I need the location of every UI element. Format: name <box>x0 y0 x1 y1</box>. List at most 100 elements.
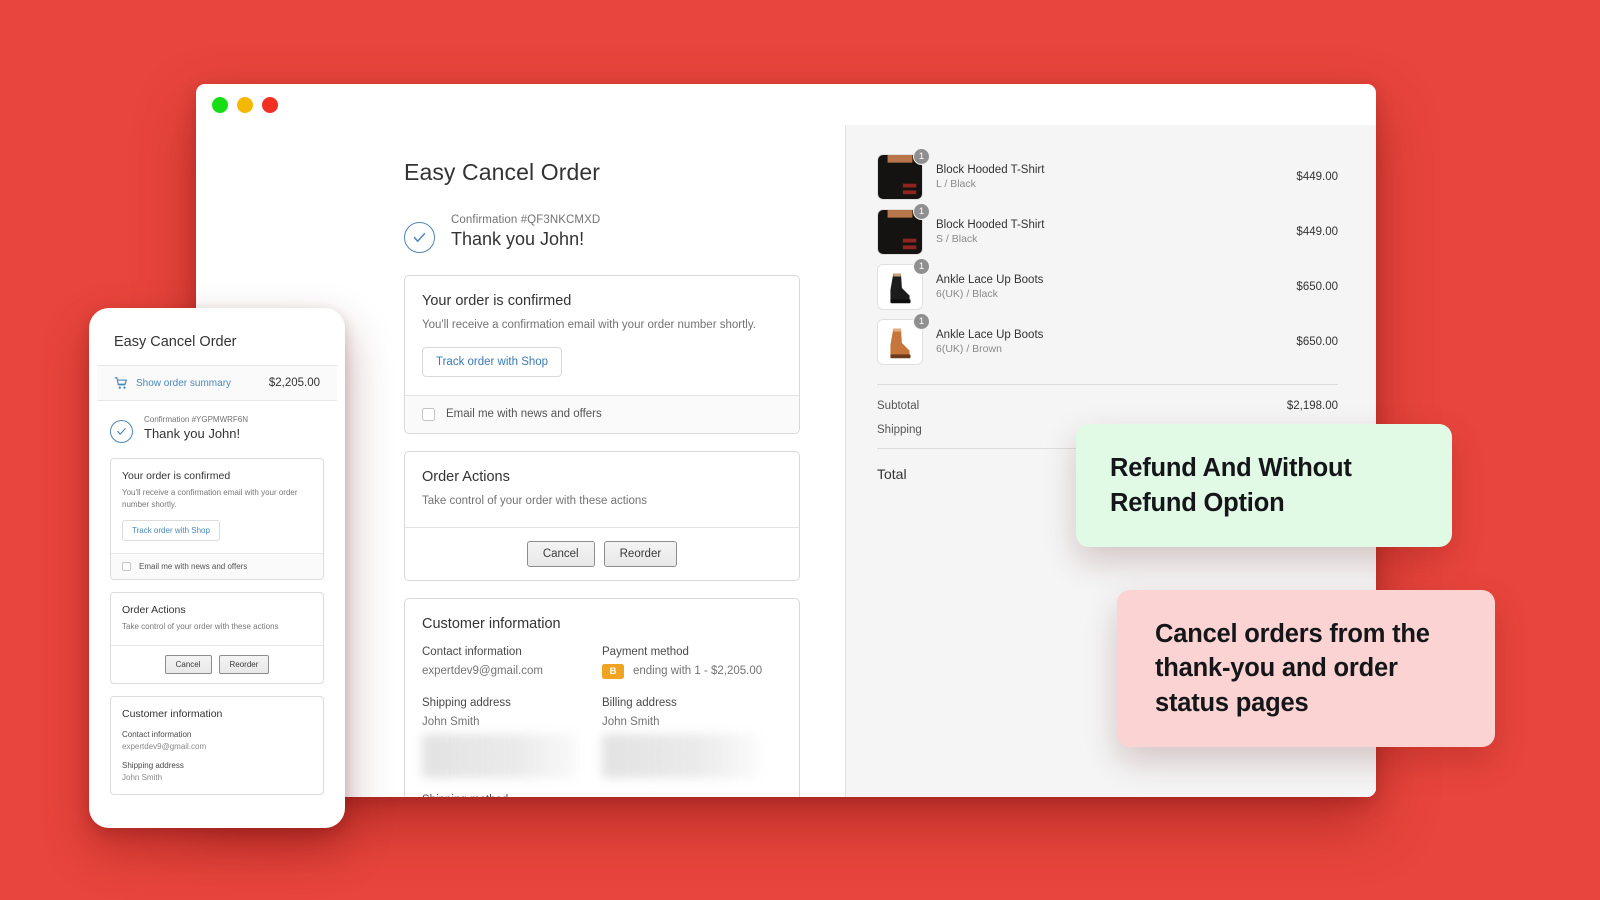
item-name: Ankle Lace Up Boots <box>936 329 1044 341</box>
mobile-order-summary-toggle[interactable]: Show order summary $2,205.00 <box>97 365 337 401</box>
track-order-button[interactable]: Track order with Shop <box>422 346 563 377</box>
order-actions-buttons: Cancel Reorder <box>405 527 799 581</box>
item-name: Block Hooded T-Shirt <box>936 164 1045 176</box>
table-row: 1 Ankle Lace Up Boots 6(UK) / Brown $650… <box>877 313 1338 365</box>
quantity-badge: 1 <box>913 203 930 220</box>
payment-card-badge-icon: B <box>602 664 624 680</box>
newsletter-checkbox[interactable] <box>422 407 435 421</box>
shipping-address-name: John Smith <box>422 715 480 728</box>
mobile-shipping-value: John Smith <box>122 773 163 782</box>
mobile-actions-subtext: Take control of your order with these ac… <box>122 622 279 631</box>
item-price: $650.00 <box>1296 281 1338 293</box>
confirmation-number: Confirmation #QF3NKCMXD <box>451 214 601 226</box>
mobile-header: Easy Cancel Order <box>97 316 337 365</box>
mobile-body: Confirmation #YGPMWRF6N Thank you John! … <box>97 401 337 795</box>
mobile-order-confirmed-card: Your order is confirmed You'll receive a… <box>110 458 324 580</box>
item-variant: L / Black <box>936 178 976 190</box>
mobile-summary-total: $2,205.00 <box>268 377 320 389</box>
cart-icon <box>114 376 128 390</box>
item-price: $650.00 <box>1296 336 1338 348</box>
quantity-badge: 1 <box>913 148 930 165</box>
mobile-customer-information-card: Customer information Contact information… <box>110 696 324 795</box>
thank-you-heading: Thank you John! <box>451 229 585 249</box>
order-confirmed-card: Your order is confirmed You'll receive a… <box>404 275 800 434</box>
mobile-contact-block: Contact information expertdev9@gmail.com <box>122 730 312 751</box>
subtotal-label: Subtotal <box>877 400 920 412</box>
payment-method-block: Payment method B ending with 1 - $2,205.… <box>602 646 782 680</box>
mobile-confirmed-subtext: You'll receive a confirmation email with… <box>122 488 298 509</box>
mobile-order-actions-card: Order Actions Take control of your order… <box>110 592 324 684</box>
order-actions-heading: Order Actions <box>422 468 510 485</box>
order-actions-card: Order Actions Take control of your order… <box>404 450 800 582</box>
subtotal-value: $2,198.00 <box>1286 400 1338 412</box>
subtotal-row: Subtotal $2,198.00 <box>877 400 1338 412</box>
window-close-dot[interactable] <box>262 96 278 113</box>
browser-titlebar <box>196 84 1376 125</box>
shipping-address-redacted <box>422 733 577 778</box>
quantity-badge: 1 <box>913 258 930 275</box>
newsletter-label: Email me with news and offers <box>446 408 602 421</box>
shipping-method-label: Shipping method <box>422 794 782 797</box>
mobile-confirmed-heading: Your order is confirmed <box>122 470 231 482</box>
mobile-customer-heading: Customer information <box>122 708 223 720</box>
shipping-label: Shipping <box>877 424 922 436</box>
shipping-address-block: Shipping address John Smith <box>422 697 602 778</box>
payment-value: ending with 1 - $2,205.00 <box>633 665 763 678</box>
phone-screen: Easy Cancel Order Show order summary $2,… <box>97 316 337 820</box>
total-label: Total <box>877 466 907 482</box>
item-name: Ankle Lace Up Boots <box>936 274 1044 286</box>
customer-information-card: Customer information Contact information… <box>404 598 800 797</box>
mobile-contact-value: expertdev9@gmail.com <box>122 742 207 751</box>
show-order-summary-link[interactable]: Show order summary <box>136 378 261 389</box>
order-actions-subtext: Take control of your order with these ac… <box>422 494 648 507</box>
mobile-shipping-block: Shipping address John Smith <box>122 761 312 782</box>
check-circle-icon <box>404 222 435 253</box>
table-row: 1 Block Hooded T-Shirt S / Black $449.00 <box>877 203 1338 255</box>
newsletter-row[interactable]: Email me with news and offers <box>405 394 799 433</box>
item-variant: 6(UK) / Black <box>936 288 998 300</box>
mobile-newsletter-label: Email me with news and offers <box>139 562 248 571</box>
item-price: $449.00 <box>1296 226 1338 238</box>
cancel-order-button[interactable]: Cancel <box>526 541 595 568</box>
order-confirmed-subtext: You'll receive a confirmation email with… <box>422 319 756 331</box>
callout-refund-option: Refund And Without Refund Option <box>1076 424 1452 547</box>
item-variant: 6(UK) / Brown <box>936 343 1002 355</box>
phone-mockup: Easy Cancel Order Show order summary $2,… <box>89 308 345 828</box>
store-title: Easy Cancel Order <box>404 159 600 185</box>
callout-refund-text: Refund And Without Refund Option <box>1110 453 1352 517</box>
mobile-newsletter-row[interactable]: Email me with news and offers <box>111 553 323 579</box>
callout-cancel-text: Cancel orders from the thank-you and ord… <box>1155 619 1430 717</box>
mobile-confirmation-header: Confirmation #YGPMWRF6N Thank you John! <box>110 415 324 443</box>
item-price: $449.00 <box>1296 171 1338 183</box>
mobile-thank-you: Thank you John! <box>144 426 241 441</box>
mobile-contact-label: Contact information <box>122 730 192 739</box>
mobile-reorder-button[interactable]: Reorder <box>218 655 270 674</box>
billing-address-name: John Smith <box>602 715 660 728</box>
mobile-store-title: Easy Cancel Order <box>114 334 237 350</box>
mobile-confirmation-number: Confirmation #YGPMWRF6N <box>144 415 249 424</box>
mobile-newsletter-checkbox[interactable] <box>122 562 131 571</box>
mobile-track-order-button[interactable]: Track order with Shop <box>122 520 220 541</box>
customer-information-heading: Customer information <box>422 616 561 633</box>
mobile-cancel-order-button[interactable]: Cancel <box>164 655 212 674</box>
quantity-badge: 1 <box>913 313 930 330</box>
item-variant: S / Black <box>936 233 978 245</box>
shipping-address-label: Shipping address <box>422 696 511 709</box>
window-minimize-dot[interactable] <box>212 96 228 113</box>
contact-label: Contact information <box>422 646 522 659</box>
billing-address-redacted <box>602 733 757 778</box>
item-name: Block Hooded T-Shirt <box>936 219 1045 231</box>
reorder-button[interactable]: Reorder <box>603 541 678 568</box>
billing-address-block: Billing address John Smith <box>602 697 782 778</box>
mobile-actions-heading: Order Actions <box>122 604 186 616</box>
mobile-order-actions-buttons: Cancel Reorder <box>111 645 323 683</box>
address-bar[interactable] <box>308 93 1360 116</box>
order-line-items: 1 Block Hooded T-Shirt L / Black $449.00… <box>877 148 1338 365</box>
window-maximize-dot[interactable] <box>237 96 253 113</box>
confirmation-header: Confirmation #QF3NKCMXD Thank you John! <box>404 214 800 253</box>
contact-information-block: Contact information expertdev9@gmail.com <box>422 646 602 680</box>
callout-cancel-orders: Cancel orders from the thank-you and ord… <box>1117 590 1495 747</box>
mobile-shipping-label: Shipping address <box>122 761 184 770</box>
order-confirmed-heading: Your order is confirmed <box>422 293 572 309</box>
check-circle-icon <box>110 420 133 443</box>
